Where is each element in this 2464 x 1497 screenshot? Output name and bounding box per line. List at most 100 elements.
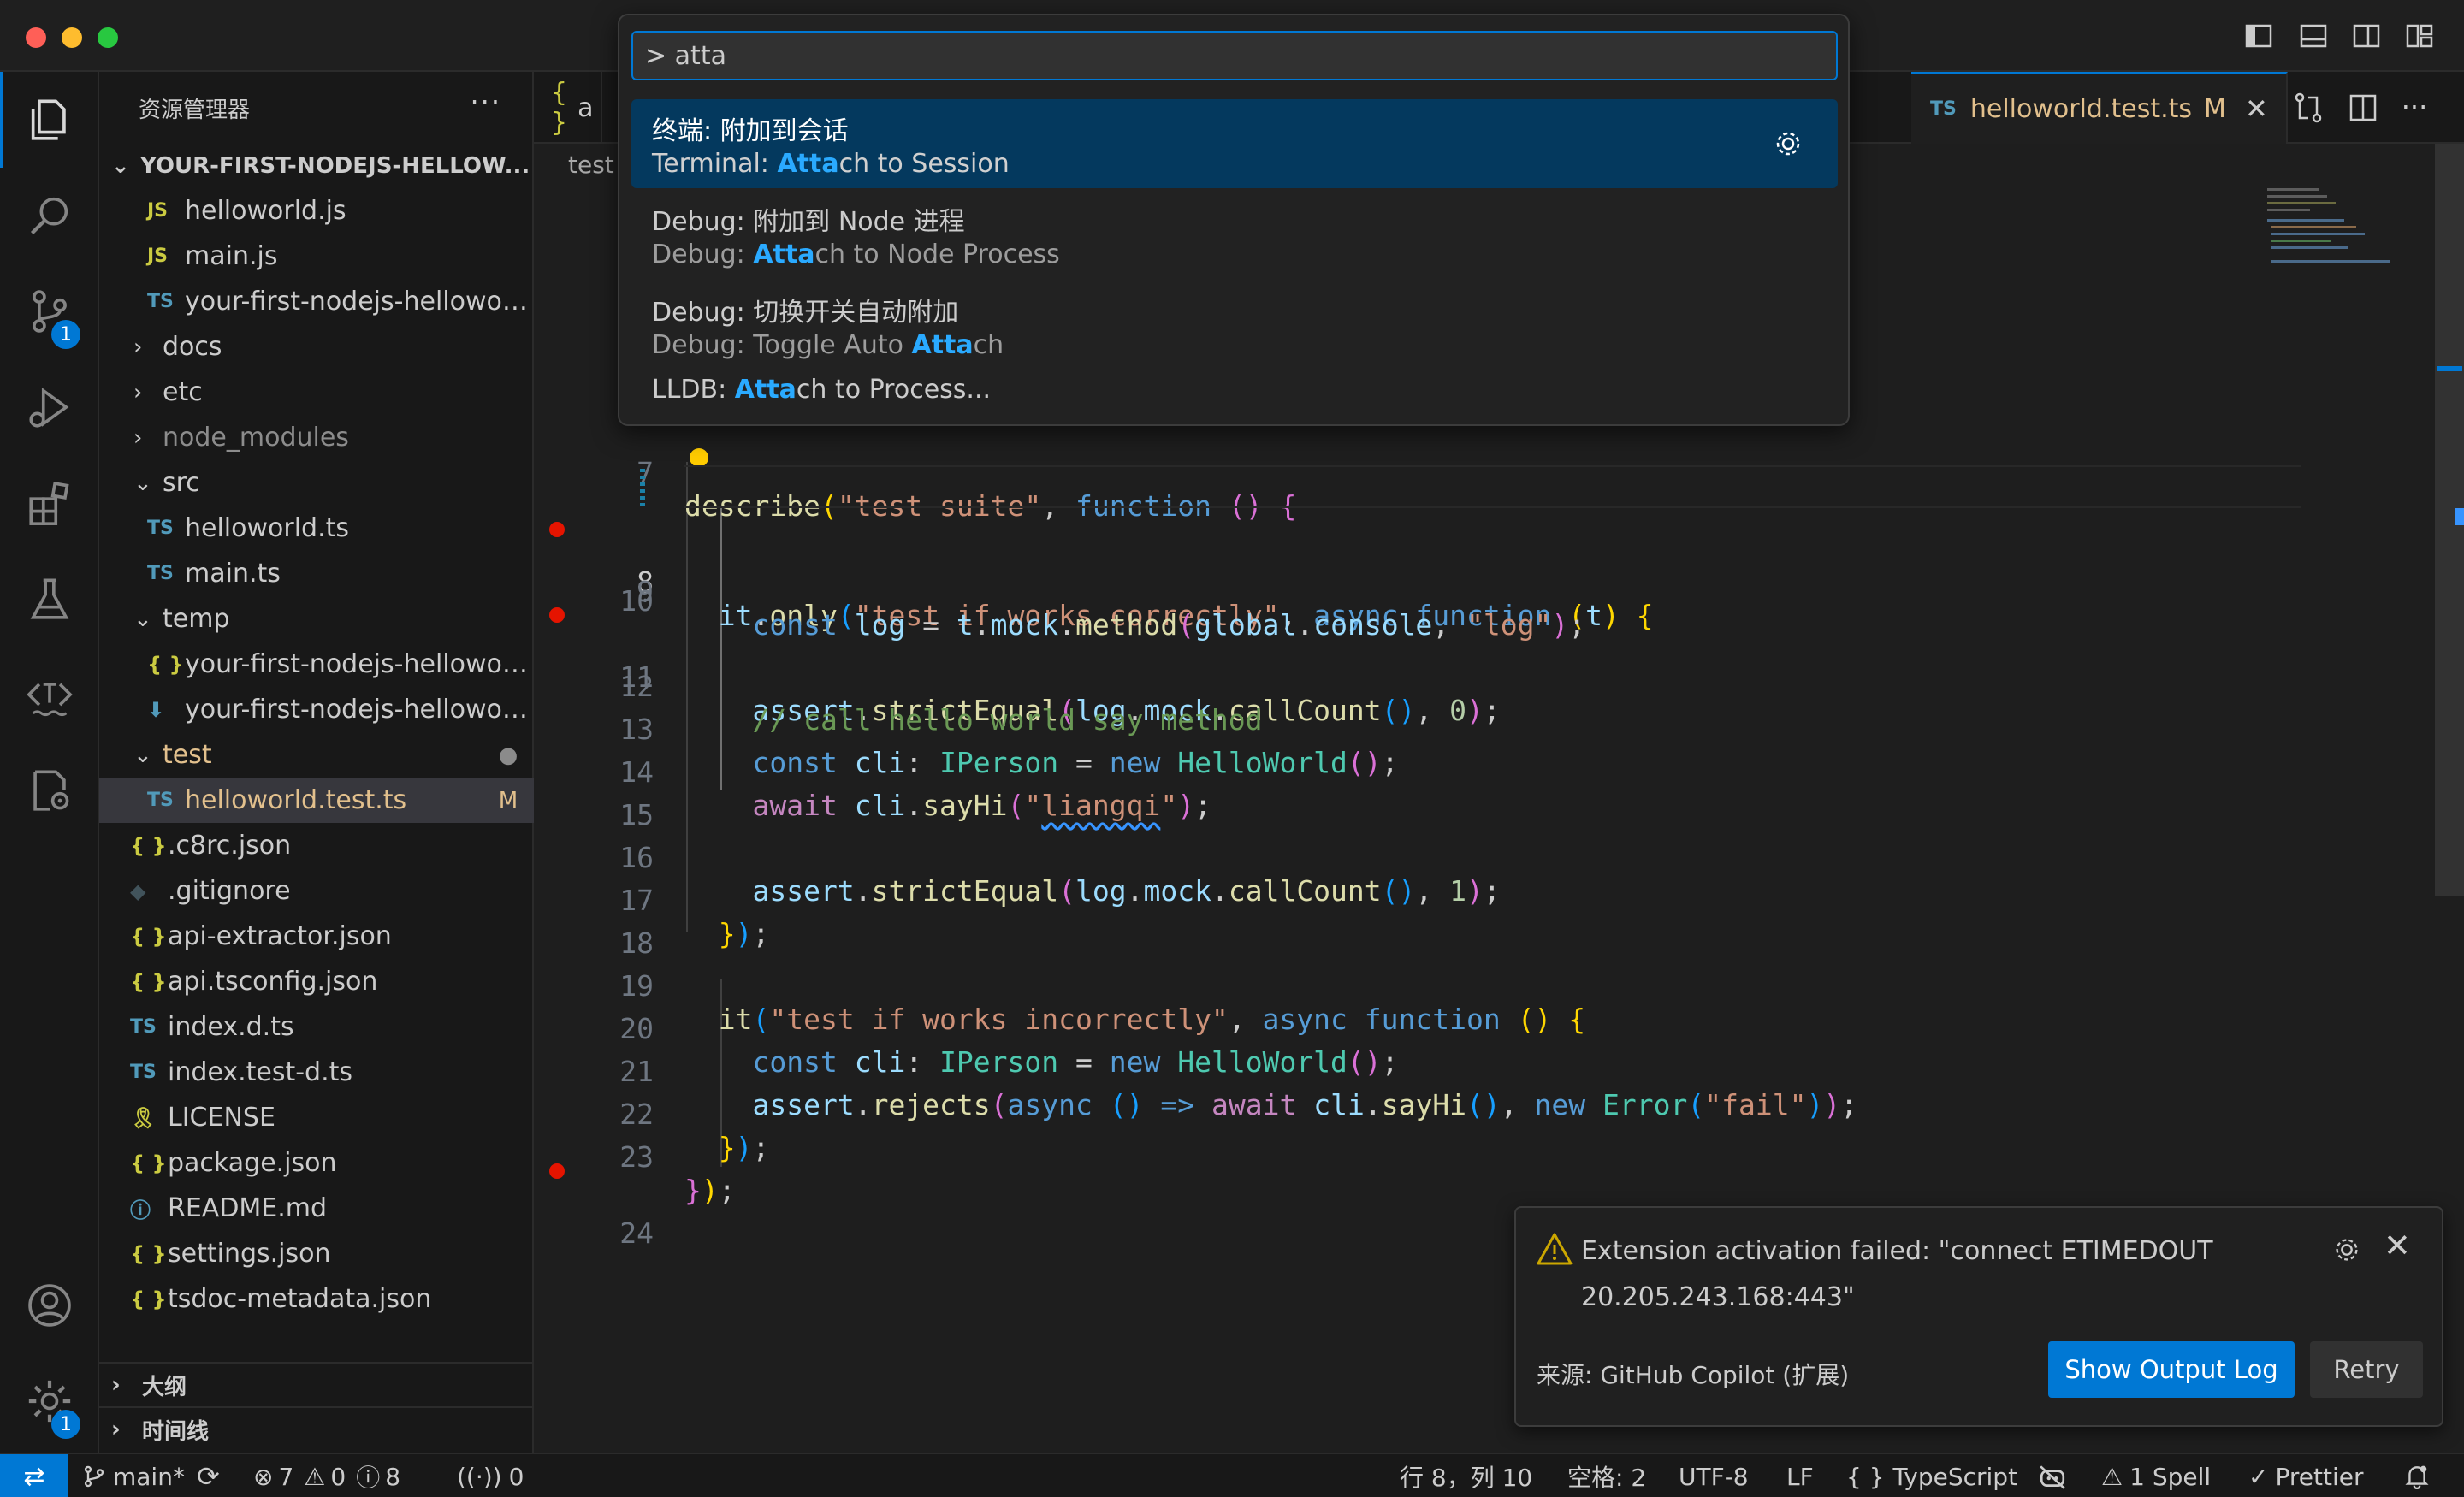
tsdoc-icon[interactable] — [0, 647, 99, 743]
explorer-icon[interactable] — [0, 72, 99, 168]
problems-indicator[interactable]: ⊗ 7 ⚠ 0 ⓘ 8 — [253, 1454, 400, 1497]
tab-helloworld-test-ts[interactable]: TS helloworld.test.ts M ✕ — [1911, 72, 2288, 144]
configure-keybinding-gear-icon[interactable] — [1771, 127, 1805, 161]
breakpoint-icon[interactable] — [549, 1163, 565, 1179]
file-settings-json[interactable]: { } settings.json — [99, 1231, 534, 1276]
minimap[interactable] — [2267, 185, 2396, 270]
error-icon: ⊗ — [253, 1462, 274, 1491]
file-main-js[interactable]: JS main.js — [99, 234, 534, 279]
code-line-15: 15 — [619, 798, 654, 831]
folder-docs[interactable]: › docs — [99, 324, 534, 370]
command-item-debug-toggle-auto-attach[interactable]: Debug: 切换开关自动附加 Debug: Toggle Auto Attac… — [631, 281, 1838, 370]
accounts-icon[interactable] — [0, 1257, 99, 1353]
manage-gear-icon[interactable]: 1 — [0, 1353, 99, 1449]
show-output-log-button[interactable]: Show Output Log — [2048, 1341, 2295, 1398]
file-helloworld-ts[interactable]: TS helloworld.ts — [99, 506, 534, 551]
toggle-panel-icon[interactable] — [2296, 19, 2331, 53]
file-readme-md[interactable]: ⓘ README.md — [99, 1186, 534, 1231]
customize-layout-icon[interactable] — [2402, 19, 2437, 53]
notification-toast: Extension activation failed: "connect ET… — [1514, 1206, 2443, 1427]
explorer-more-actions[interactable]: ··· — [470, 86, 501, 118]
code-line-13: 13 const cli: IPerson = new HelloWorld()… — [619, 713, 1399, 779]
file-index-test-d-ts[interactable]: TS index.test-d.ts — [99, 1050, 534, 1095]
file-tsdoc-metadata-json[interactable]: { } tsdoc-metadata.json — [99, 1276, 534, 1322]
info-status-icon: ⓘ — [356, 1464, 381, 1492]
code-line-16: 16 assert.strictEqual(log.mock.callCount… — [619, 841, 1501, 908]
command-item-debug-attach-node[interactable]: Debug: 附加到 Node 进程 Debug: Attach to Node… — [631, 190, 1838, 279]
folder-etc[interactable]: › etc — [99, 370, 534, 415]
file-api-tsconfig-json[interactable]: { } api.tsconfig.json — [99, 959, 534, 1004]
indentation[interactable]: 空格: 2 — [1567, 1454, 1646, 1497]
source-control-badge: 1 — [51, 320, 80, 349]
workspace-root-folder[interactable]: ⌄ YOUR-FIRST-NODEJS-HELLOW... — [111, 147, 530, 185]
remote-explorer-icon[interactable] — [0, 743, 99, 838]
encoding[interactable]: UTF-8 — [1679, 1454, 1749, 1497]
timeline-section[interactable]: › 时间线 — [99, 1406, 534, 1451]
more-actions-icon[interactable]: ··· — [2397, 91, 2431, 125]
search-icon[interactable] — [0, 168, 99, 263]
notifications-bell-icon[interactable] — [2404, 1454, 2430, 1497]
modified-dot: ● — [498, 742, 518, 768]
prettier-indicator[interactable]: ✓ Prettier — [2248, 1454, 2363, 1497]
folder-test[interactable]: ⌄ test ● — [99, 732, 534, 778]
remote-indicator-icon[interactable]: ⇄ — [0, 1454, 68, 1497]
breakpoint-icon[interactable] — [549, 607, 565, 623]
close-tab-icon[interactable]: ✕ — [2245, 92, 2268, 125]
notification-close-icon[interactable]: ✕ — [2384, 1227, 2411, 1264]
toggle-primary-sidebar-icon[interactable] — [2242, 19, 2276, 53]
file-temp-json[interactable]: { } your-first-nodejs-hellowor... — [99, 642, 534, 687]
language-mode[interactable]: { } TypeScript — [1846, 1454, 2017, 1497]
file-main-ts[interactable]: TS main.ts — [99, 551, 534, 596]
retry-button[interactable]: Retry — [2310, 1341, 2423, 1398]
file-temp-download[interactable]: ⬇ your-first-nodejs-hellowor... — [99, 687, 534, 732]
toggle-secondary-sidebar-icon[interactable] — [2349, 19, 2384, 53]
file-helloworld-test-ts[interactable]: TS helloworld.test.ts M — [99, 778, 534, 823]
branch-indicator[interactable]: main* ⟳ — [82, 1454, 220, 1497]
maximize-window-button[interactable] — [98, 27, 118, 48]
ports-indicator[interactable]: ((·)) 0 — [457, 1454, 524, 1497]
file-c8rc-json[interactable]: { } .c8rc.json — [99, 823, 534, 868]
file-gitignore[interactable]: ◆ .gitignore — [99, 868, 534, 914]
json-file-icon: { } — [130, 833, 167, 858]
compare-changes-icon[interactable] — [2291, 91, 2325, 125]
file-api-extractor-json[interactable]: { } api-extractor.json — [99, 914, 534, 959]
command-palette-input[interactable]: > atta — [631, 31, 1838, 80]
activity-bar: 1 1 — [0, 72, 99, 1453]
command-palette: > atta 终端: 附加到会话 Terminal: Attach to Ses… — [618, 14, 1850, 426]
file-license[interactable]: 🎗 LICENSE — [99, 1095, 534, 1140]
folder-src[interactable]: ⌄ src — [99, 460, 534, 506]
notification-settings-gear-icon[interactable] — [2331, 1234, 2363, 1266]
spell-check-indicator[interactable]: ⚠ 1 Spell — [2101, 1454, 2211, 1497]
code-line-7: 7 describe("test suite", function () { — [637, 456, 1297, 523]
ts-file-icon: TS — [147, 563, 174, 584]
extensions-icon[interactable] — [0, 455, 99, 551]
ts-file-icon: TS — [130, 1016, 157, 1038]
scrollbar-cursor-marker — [2437, 366, 2462, 371]
source-control-icon[interactable]: 1 — [0, 263, 99, 359]
minimize-window-button[interactable] — [62, 27, 82, 48]
file-index-d-ts[interactable]: TS index.d.ts — [99, 1004, 534, 1050]
split-editor-icon[interactable] — [2346, 91, 2380, 125]
run-and-debug-icon[interactable] — [0, 359, 99, 455]
git-file-icon: ◆ — [130, 879, 146, 903]
copilot-disabled-icon[interactable] — [2038, 1454, 2067, 1497]
file-package-json[interactable]: { } package.json — [99, 1140, 534, 1186]
scrollbar-info-marker — [2455, 508, 2464, 525]
file-helloworld-js[interactable]: JS helloworld.js — [99, 188, 534, 234]
close-window-button[interactable] — [26, 27, 46, 48]
code-line-12: 12 // call hello world say method — [619, 670, 1263, 737]
code-line-9: 9 const log = t.mock.method(global.conso… — [534, 508, 2464, 642]
cursor-position[interactable]: 行 8，列 10 — [1400, 1454, 1532, 1497]
folder-node-modules[interactable]: › node_modules — [99, 415, 534, 460]
ts-file-icon: TS — [147, 790, 174, 811]
breakpoint-icon[interactable] — [549, 522, 565, 537]
command-item-lldb-attach[interactable]: LLDB: Attach to Process... — [652, 375, 991, 405]
end-of-line[interactable]: LF — [1786, 1454, 1814, 1497]
folder-temp[interactable]: ⌄ temp — [99, 596, 534, 642]
file-your-first-nodejs-ts[interactable]: TS your-first-nodejs-hellowor... — [99, 279, 534, 324]
outline-section[interactable]: › 大纲 — [99, 1362, 534, 1406]
command-item-terminal-attach[interactable]: 终端: 附加到会话 Terminal: Attach to Session — [631, 99, 1838, 188]
testing-icon[interactable] — [0, 551, 99, 647]
sync-icon[interactable]: ⟳ — [197, 1460, 220, 1493]
tab-json-file[interactable]: { } a — [534, 72, 602, 144]
